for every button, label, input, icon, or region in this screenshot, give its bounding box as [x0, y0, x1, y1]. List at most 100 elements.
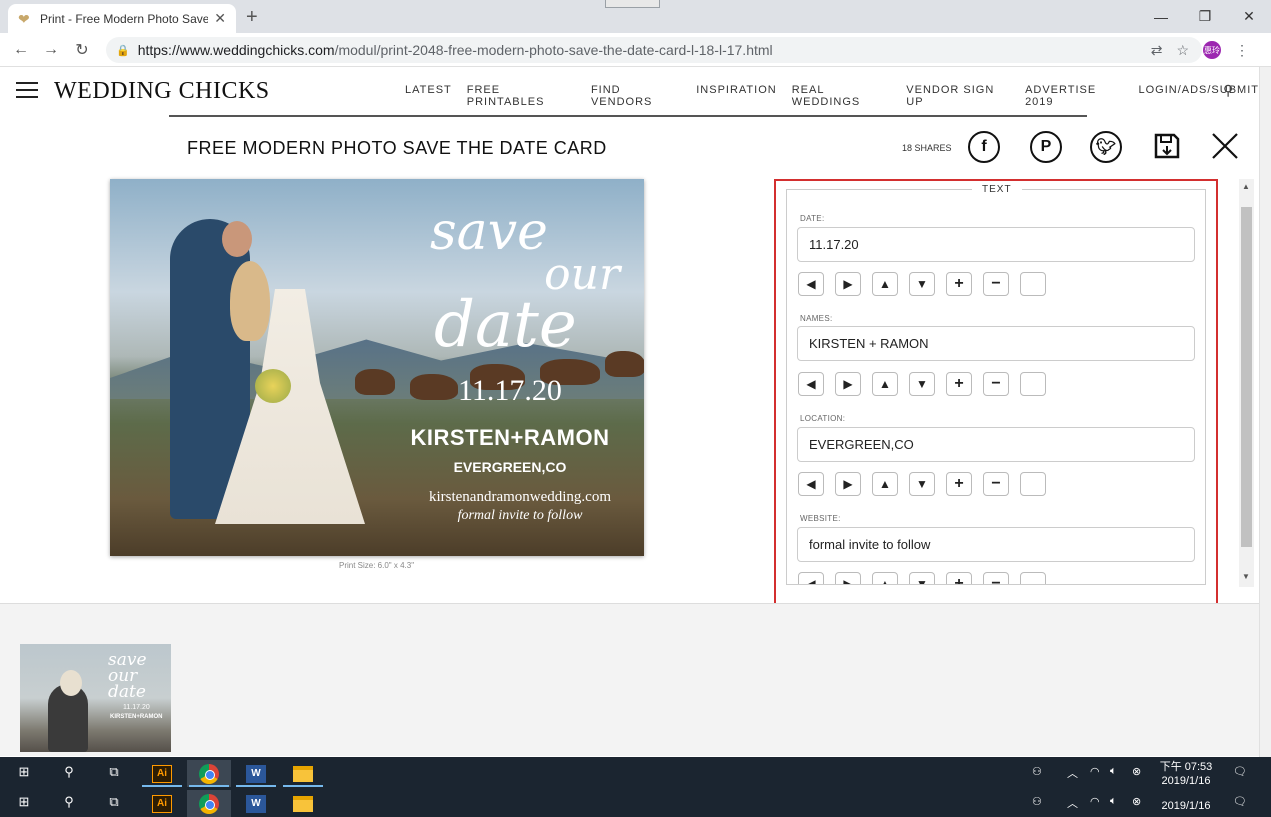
- forward-arrow-icon[interactable]: →: [40, 39, 62, 61]
- move-up-icon[interactable]: ▲: [872, 572, 898, 584]
- nav-free-printables[interactable]: FREE PRINTABLES: [467, 84, 576, 108]
- move-right-icon[interactable]: ▶: [835, 572, 861, 584]
- move-down-icon[interactable]: ▼: [909, 472, 935, 496]
- notifications-icon[interactable]: 🗨︎: [1233, 795, 1247, 808]
- shrink-icon[interactable]: −: [983, 472, 1009, 496]
- pinterest-icon[interactable]: P: [1030, 131, 1062, 163]
- nav-vendor-sign-up[interactable]: VENDOR SIGN UP: [906, 84, 1010, 108]
- task-view-icon[interactable]: ⧉: [105, 793, 123, 811]
- move-right-icon[interactable]: ▶: [835, 372, 861, 396]
- scroll-down-icon[interactable]: ▼: [1242, 572, 1250, 581]
- twitter-icon[interactable]: 🐦︎: [1090, 131, 1122, 163]
- nav-advertise[interactable]: ADVERTISE 2019: [1025, 84, 1123, 108]
- shrink-icon[interactable]: −: [983, 272, 1009, 296]
- facebook-icon[interactable]: f: [968, 131, 1000, 163]
- chrome-app[interactable]: [187, 760, 231, 787]
- save-icon[interactable]: [1153, 132, 1181, 160]
- names-input[interactable]: KIRSTEN + RAMON: [797, 326, 1195, 361]
- translate-icon[interactable]: ⇄: [1151, 42, 1163, 59]
- windows-start-icon[interactable]: ⊞: [15, 763, 33, 781]
- color-swatch[interactable]: [1020, 572, 1046, 584]
- network-error-icon[interactable]: ⊗: [1132, 765, 1141, 778]
- shrink-icon[interactable]: −: [983, 372, 1009, 396]
- volume-icon[interactable]: 🔈︎: [1110, 765, 1117, 778]
- enlarge-icon[interactable]: +: [946, 572, 972, 584]
- tray-chevron-icon[interactable]: ︿: [1067, 795, 1078, 811]
- window-drag-handle[interactable]: [605, 0, 660, 8]
- nav-latest[interactable]: LATEST: [405, 84, 452, 108]
- site-logo[interactable]: WEDDING CHICKS: [54, 78, 270, 105]
- enlarge-icon[interactable]: +: [946, 472, 972, 496]
- word-app[interactable]: W: [234, 760, 278, 787]
- scroll-up-icon[interactable]: ▲: [1242, 182, 1250, 191]
- move-down-icon[interactable]: ▼: [909, 372, 935, 396]
- url-input[interactable]: 🔒 https://www.weddingchicks.com/modul/pr…: [106, 37, 1202, 63]
- back-arrow-icon[interactable]: ←: [10, 39, 32, 61]
- close-window-icon[interactable]: ✕: [1227, 0, 1271, 33]
- nav-find-vendors[interactable]: FIND VENDORS: [591, 84, 681, 108]
- tray-chevron-icon[interactable]: ︿: [1067, 765, 1078, 781]
- color-swatch[interactable]: [1020, 272, 1046, 296]
- hamburger-menu-icon[interactable]: [16, 82, 38, 98]
- scroll-thumb[interactable]: [1241, 207, 1252, 547]
- move-up-icon[interactable]: ▲: [872, 372, 898, 396]
- menu-dots-icon[interactable]: ⋮: [1235, 42, 1249, 59]
- chrome-app[interactable]: [187, 790, 231, 817]
- search-icon[interactable]: ⚲: [60, 763, 78, 781]
- color-swatch[interactable]: [1020, 472, 1046, 496]
- website-input[interactable]: formal invite to follow: [797, 527, 1195, 562]
- search-icon[interactable]: ⚲: [1223, 82, 1233, 99]
- illustrator-app[interactable]: Ai: [140, 760, 184, 787]
- nav-login[interactable]: LOGIN/ADS/SUBMIT: [1138, 84, 1259, 108]
- move-right-icon[interactable]: ▶: [835, 272, 861, 296]
- enlarge-icon[interactable]: +: [946, 372, 972, 396]
- system-clock[interactable]: 下午 07:53 2019/1/16: [1155, 760, 1217, 788]
- wifi-icon[interactable]: ◠: [1090, 795, 1100, 808]
- clock-date: 2019/1/16: [1161, 775, 1211, 787]
- move-right-icon[interactable]: ▶: [835, 472, 861, 496]
- date-input[interactable]: 11.17.20: [797, 227, 1195, 262]
- minimize-icon[interactable]: —: [1139, 0, 1183, 33]
- move-left-icon[interactable]: ◀: [798, 572, 824, 584]
- enlarge-icon[interactable]: +: [946, 272, 972, 296]
- design-thumbnail[interactable]: save our date 11.17.20 KIRSTEN+RAMON: [20, 644, 171, 752]
- color-swatch[interactable]: [1020, 372, 1046, 396]
- date-controls: ◀ ▶ ▲ ▼ + −: [798, 272, 1046, 296]
- people-icon[interactable]: ⚇: [1032, 795, 1042, 808]
- move-left-icon[interactable]: ◀: [798, 472, 824, 496]
- editor-scrollbar[interactable]: ▲ ▼: [1239, 179, 1254, 587]
- volume-icon[interactable]: 🔈︎: [1110, 795, 1117, 808]
- file-explorer-app[interactable]: [281, 790, 325, 817]
- move-down-icon[interactable]: ▼: [909, 272, 935, 296]
- location-input[interactable]: EVERGREEN,CO: [797, 427, 1195, 462]
- page-scrollbar[interactable]: [1259, 67, 1271, 757]
- notifications-icon[interactable]: 🗨︎: [1233, 765, 1247, 778]
- move-up-icon[interactable]: ▲: [872, 472, 898, 496]
- task-view-icon[interactable]: ⧉: [105, 763, 123, 781]
- bookmark-star-icon[interactable]: ☆: [1176, 42, 1189, 59]
- file-explorer-app[interactable]: [281, 760, 325, 787]
- browser-tab[interactable]: ❤ Print - Free Modern Photo Save ✕: [8, 4, 236, 33]
- close-icon[interactable]: [1211, 132, 1239, 160]
- reload-icon[interactable]: ↻: [71, 39, 93, 61]
- search-icon[interactable]: ⚲: [60, 793, 78, 811]
- illustrator-icon: Ai: [152, 764, 172, 783]
- word-app[interactable]: W: [234, 790, 278, 817]
- move-down-icon[interactable]: ▼: [909, 572, 935, 584]
- nav-inspiration[interactable]: INSPIRATION: [696, 84, 776, 108]
- windows-start-icon[interactable]: ⊞: [15, 793, 33, 811]
- new-tab-icon[interactable]: +: [246, 6, 258, 29]
- people-icon[interactable]: ⚇: [1032, 765, 1042, 778]
- move-left-icon[interactable]: ◀: [798, 372, 824, 396]
- wifi-icon[interactable]: ◠: [1090, 765, 1100, 778]
- illustrator-app[interactable]: Ai: [140, 790, 184, 817]
- move-left-icon[interactable]: ◀: [798, 272, 824, 296]
- profile-avatar[interactable]: 惠玲: [1203, 41, 1221, 59]
- restore-icon[interactable]: ❐: [1183, 0, 1227, 33]
- network-error-icon[interactable]: ⊗: [1132, 795, 1141, 808]
- nav-real-weddings[interactable]: REAL WEDDINGS: [792, 84, 892, 108]
- shrink-icon[interactable]: −: [983, 572, 1009, 584]
- system-clock-date[interactable]: 2019/1/16: [1155, 799, 1217, 813]
- tab-close-icon[interactable]: ✕: [214, 10, 226, 27]
- move-up-icon[interactable]: ▲: [872, 272, 898, 296]
